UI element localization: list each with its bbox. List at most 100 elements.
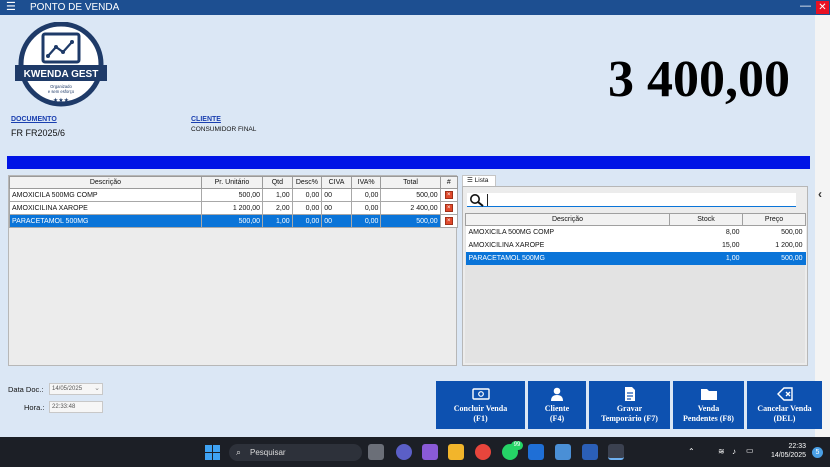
cell-iva[interactable]: 0,00: [350, 188, 382, 202]
cell-descricao: PARACETAMOL 500MG: [465, 251, 670, 265]
cell-qtd[interactable]: 2,00: [262, 201, 293, 215]
delete-cell: ×: [439, 201, 459, 215]
table-row[interactable]: AMOXICILA 500MG COMP 500,00 1,00 0,00 00…: [9, 188, 459, 202]
cell-descricao[interactable]: AMOXICILINA XAROPE: [9, 201, 202, 215]
cell-desc[interactable]: 0,00: [291, 214, 323, 228]
pendentes-label: Venda: [697, 404, 720, 413]
windows-start-icon[interactable]: [205, 445, 220, 460]
sale-total: 3 400,00: [608, 51, 790, 108]
data-doc-value: 14/05/2025: [52, 386, 83, 392]
chrome-icon[interactable]: [475, 444, 491, 460]
table-row[interactable]: AMOXICILINA XAROPE 1 200,00 2,00 0,00 00…: [9, 201, 459, 215]
taskbar-search[interactable]: ⌕ Pesquisar: [229, 444, 362, 461]
documento-label[interactable]: DOCUMENTO: [11, 116, 57, 123]
cell-pr-unitario[interactable]: 1 200,00: [200, 201, 264, 215]
list-item[interactable]: AMOXICILINA XAROPE 15,00 1 200,00: [465, 238, 806, 252]
gravar-temporario-button[interactable]: Gravar Temporário (F7): [589, 381, 670, 429]
cell-civa[interactable]: 00: [321, 214, 352, 228]
chat-icon[interactable]: [396, 444, 412, 460]
col-iva[interactable]: IVA%: [350, 176, 382, 189]
table-row[interactable]: PARACETAMOL 500MG 500,00 1,00 0,00 00 0,…: [9, 214, 459, 228]
tab-lista[interactable]: ☰ Lista: [462, 175, 496, 186]
tab-lista-label: Lista: [474, 177, 489, 184]
taskbar-clock[interactable]: 22:33 14/05/2025: [766, 442, 806, 460]
col-desc[interactable]: Desc%: [291, 176, 323, 189]
wifi-icon[interactable]: ≋: [718, 447, 725, 456]
cliente-value: CONSUMIDOR FINAL: [191, 126, 257, 133]
side-panel-toggle[interactable]: ‹: [815, 15, 830, 437]
logo-text: KWENDA GEST: [24, 69, 99, 80]
cell-pr-unitario[interactable]: 500,00: [200, 214, 264, 228]
cancelar-venda-button[interactable]: Cancelar Venda (DEL): [747, 381, 822, 429]
cell-qtd[interactable]: 1,00: [262, 214, 293, 228]
vendas-pendentes-button[interactable]: Venda Pendentes (F8): [673, 381, 744, 429]
col-pr-unitario[interactable]: Pr. Unitário: [200, 176, 264, 189]
cancelar-label: Cancelar Venda: [757, 404, 812, 413]
task-view-icon[interactable]: [368, 444, 384, 460]
taskbar: [0, 437, 830, 467]
col-preco[interactable]: Preço: [742, 213, 806, 226]
cell-desc[interactable]: 0,00: [291, 188, 323, 202]
list-item[interactable]: PARACETAMOL 500MG 1,00 500,00: [465, 251, 806, 265]
close-button[interactable]: ✕: [816, 1, 829, 14]
product-search-input[interactable]: [487, 194, 793, 206]
cell-stock: 15,00: [669, 238, 743, 252]
hora-field[interactable]: 22:33:48: [49, 401, 103, 413]
col-civa[interactable]: CIVA: [321, 176, 352, 189]
cell-descricao[interactable]: AMOXICILA 500MG COMP: [9, 188, 202, 202]
cancelar-shortcut: (DEL): [773, 414, 796, 423]
cell-civa[interactable]: 00: [321, 201, 352, 215]
chevron-down-icon[interactable]: ⌄: [94, 384, 100, 394]
concluir-venda-button[interactable]: Concluir Venda (F1): [436, 381, 525, 429]
delete-cell: ×: [439, 188, 459, 202]
list-item[interactable]: AMOXICILA 500MG COMP 8,00 500,00: [465, 225, 806, 239]
search-icon[interactable]: [468, 193, 486, 207]
whatsapp-badge: 99: [511, 441, 523, 450]
word-icon[interactable]: [582, 444, 598, 460]
delete-item-icon[interactable]: ×: [444, 217, 453, 225]
minimize-button[interactable]: —: [800, 1, 811, 12]
accent-bar: [7, 156, 810, 169]
cell-iva[interactable]: 0,00: [350, 201, 382, 215]
cell-qtd[interactable]: 1,00: [262, 188, 293, 202]
product-list-grid[interactable]: Descrição Stock Preço AMOXICILA 500MG CO…: [465, 213, 806, 363]
cell-total[interactable]: 2 400,00: [380, 201, 441, 215]
file-explorer-icon[interactable]: [448, 444, 464, 460]
hamburger-menu-icon[interactable]: ☰: [6, 2, 16, 13]
col-descricao[interactable]: Descrição: [9, 176, 202, 189]
cliente-label[interactable]: CLIENTE: [191, 116, 221, 123]
battery-icon[interactable]: ▭: [746, 446, 754, 455]
delete-item-icon[interactable]: ×: [444, 191, 453, 199]
cell-descricao[interactable]: PARACETAMOL 500MG: [9, 214, 202, 228]
documento-value: FR FR2025/6: [11, 128, 66, 138]
cash-icon: [471, 388, 490, 400]
cell-descricao: AMOXICILINA XAROPE: [465, 238, 670, 252]
cliente-button[interactable]: Cliente (F4): [528, 381, 586, 429]
remote-desktop-icon[interactable]: [555, 444, 571, 460]
cell-preco: 500,00: [742, 251, 806, 265]
volume-icon[interactable]: ♪: [732, 447, 736, 456]
tray-chevron-icon[interactable]: ⌃: [688, 447, 695, 456]
cell-desc[interactable]: 0,00: [291, 201, 323, 215]
col-qtd[interactable]: Qtd: [262, 176, 293, 189]
kwenda-gest-logo: KWENDA GEST Organizado e sem esforço ★★★: [15, 22, 107, 107]
sale-items-grid[interactable]: Descrição Pr. Unitário Qtd Desc% CIVA IV…: [8, 175, 459, 366]
cell-total[interactable]: 500,00: [380, 214, 441, 228]
delete-item-icon[interactable]: ×: [444, 204, 453, 212]
cell-civa[interactable]: 00: [321, 188, 352, 202]
cliente-button-shortcut: (F4): [549, 414, 565, 423]
cell-preco: 1 200,00: [742, 238, 806, 252]
cell-iva[interactable]: 0,00: [350, 214, 382, 228]
col-hash[interactable]: #: [439, 176, 459, 189]
notifications-badge[interactable]: 5: [812, 447, 823, 458]
col-descricao[interactable]: Descrição: [465, 213, 670, 226]
cell-total[interactable]: 500,00: [380, 188, 441, 202]
visual-studio-icon[interactable]: [422, 444, 438, 460]
col-total[interactable]: Total: [380, 176, 441, 189]
pos-app-icon[interactable]: [608, 444, 624, 460]
chevron-left-icon: ‹: [818, 187, 822, 201]
cell-pr-unitario[interactable]: 500,00: [200, 188, 264, 202]
data-doc-picker[interactable]: 14/05/2025 ⌄: [49, 383, 103, 395]
app-c-icon[interactable]: [528, 444, 544, 460]
col-stock[interactable]: Stock: [669, 213, 743, 226]
